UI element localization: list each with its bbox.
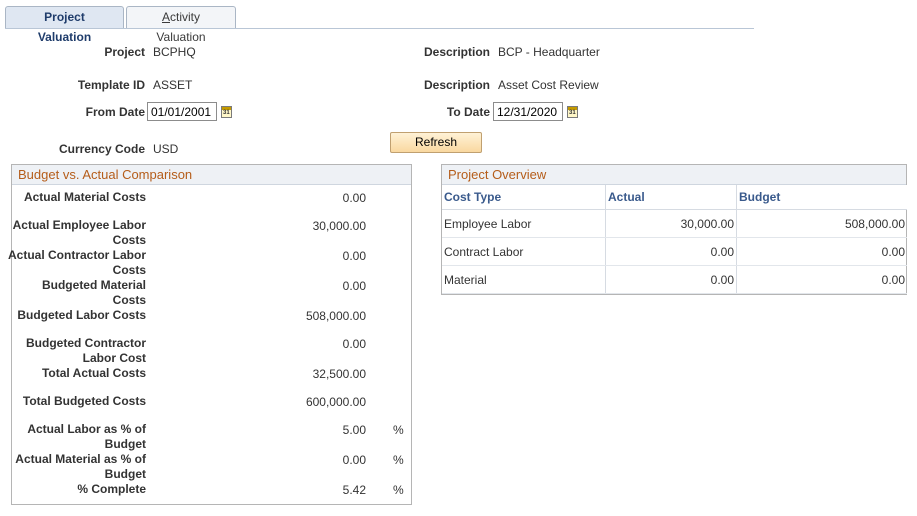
budget-cell: 0.00 <box>736 265 907 294</box>
project-overview-title: Project Overview <box>442 165 906 185</box>
from-date-label: From Date <box>85 105 145 119</box>
currency-code-value: USD <box>153 142 179 156</box>
template-id-value: ASSET <box>153 78 193 92</box>
budget-row-unit: % <box>393 423 404 437</box>
currency-code-label: Currency Code <box>58 142 145 156</box>
budget-vs-actual-title: Budget vs. Actual Comparison <box>12 165 411 185</box>
budget-row-value: 508,000.00 <box>305 309 366 323</box>
budget-row-value: 0.00 <box>342 279 366 293</box>
budget-row-value: 0.00 <box>342 453 366 467</box>
tab-activity-valuation-accesskey: A <box>161 10 170 24</box>
from-date-input[interactable] <box>147 102 217 121</box>
cost-type-cell: Material <box>442 265 606 294</box>
column-header-actual[interactable]: Actual <box>605 185 737 210</box>
budget-row-label: Budgeted Contractor Labor Cost <box>26 336 146 365</box>
tab-activity-valuation[interactable]: Activity Valuation <box>126 6 236 44</box>
budget-cell: 0.00 <box>736 237 907 266</box>
actual-cell: 0.00 <box>605 265 737 294</box>
budget-cell: 508,000.00 <box>736 209 907 238</box>
budget-row-label: Actual Material Costs <box>23 190 146 204</box>
table-row: Material 0.00 0.00 <box>442 265 907 294</box>
table-row: Employee Labor 30,000.00 508,000.00 <box>442 209 907 238</box>
to-date-label: To Date <box>446 105 490 119</box>
to-date-input[interactable] <box>493 102 563 121</box>
budget-row-label: Actual Contractor Labor Costs <box>8 248 147 277</box>
budget-row-label: Actual Labor as % of Budget <box>27 422 146 451</box>
budget-row-label: Budgeted Material Costs <box>41 278 146 307</box>
project-overview-grid: Cost Type Actual Budget Employee Labor 3… <box>442 185 907 294</box>
project-value: BCPHQ <box>153 45 196 59</box>
budget-row-value: 5.42 <box>342 483 366 497</box>
budget-row-label: Budgeted Labor Costs <box>17 308 146 322</box>
table-row: Contract Labor 0.00 0.00 <box>442 237 907 266</box>
actual-cell: 0.00 <box>605 237 737 266</box>
tab-divider <box>5 28 754 29</box>
description-value: BCP - Headquarter <box>498 45 600 59</box>
budget-row-value: 5.00 <box>342 423 366 437</box>
column-header-cost-type[interactable]: Cost Type <box>442 185 606 210</box>
budget-row-label: Total Actual Costs <box>41 366 146 380</box>
to-date-calendar-glyph: 31 <box>569 110 576 116</box>
project-label: Project <box>104 45 145 59</box>
cost-type-cell: Contract Labor <box>442 237 606 266</box>
budget-row-unit: % <box>393 483 404 497</box>
budget-row-value: 32,500.00 <box>312 367 366 381</box>
column-header-budget[interactable]: Budget <box>736 185 907 210</box>
budget-row-label: Total Budgeted Costs <box>22 394 146 408</box>
template-id-label: Template ID <box>77 78 145 92</box>
from-date-calendar-icon[interactable]: 31 <box>221 106 232 118</box>
budget-row-value: 0.00 <box>342 191 366 205</box>
refresh-button[interactable]: Refresh <box>390 132 482 153</box>
grid-header-row: Cost Type Actual Budget <box>442 185 907 210</box>
budget-row-unit: % <box>393 453 404 467</box>
actual-cell: 30,000.00 <box>605 209 737 238</box>
cost-type-cell: Employee Labor <box>442 209 606 238</box>
to-date-calendar-icon[interactable]: 31 <box>567 106 578 118</box>
budget-row-value: 0.00 <box>342 337 366 351</box>
budget-row-label: % Complete <box>77 482 146 496</box>
template-description-label: Description <box>423 78 490 92</box>
from-date-calendar-glyph: 31 <box>223 110 230 116</box>
budget-row-value: 600,000.00 <box>305 395 366 409</box>
template-description-value: Asset Cost Review <box>498 78 599 92</box>
budget-row-label: Actual Employee Labor Costs <box>12 218 146 247</box>
budget-row-label: Actual Material as % of Budget <box>15 452 146 481</box>
budget-row-value: 30,000.00 <box>312 219 366 233</box>
tab-project-valuation[interactable]: Project Valuation <box>5 6 124 44</box>
budget-row-value: 0.00 <box>342 249 366 263</box>
description-label: Description <box>423 45 490 59</box>
